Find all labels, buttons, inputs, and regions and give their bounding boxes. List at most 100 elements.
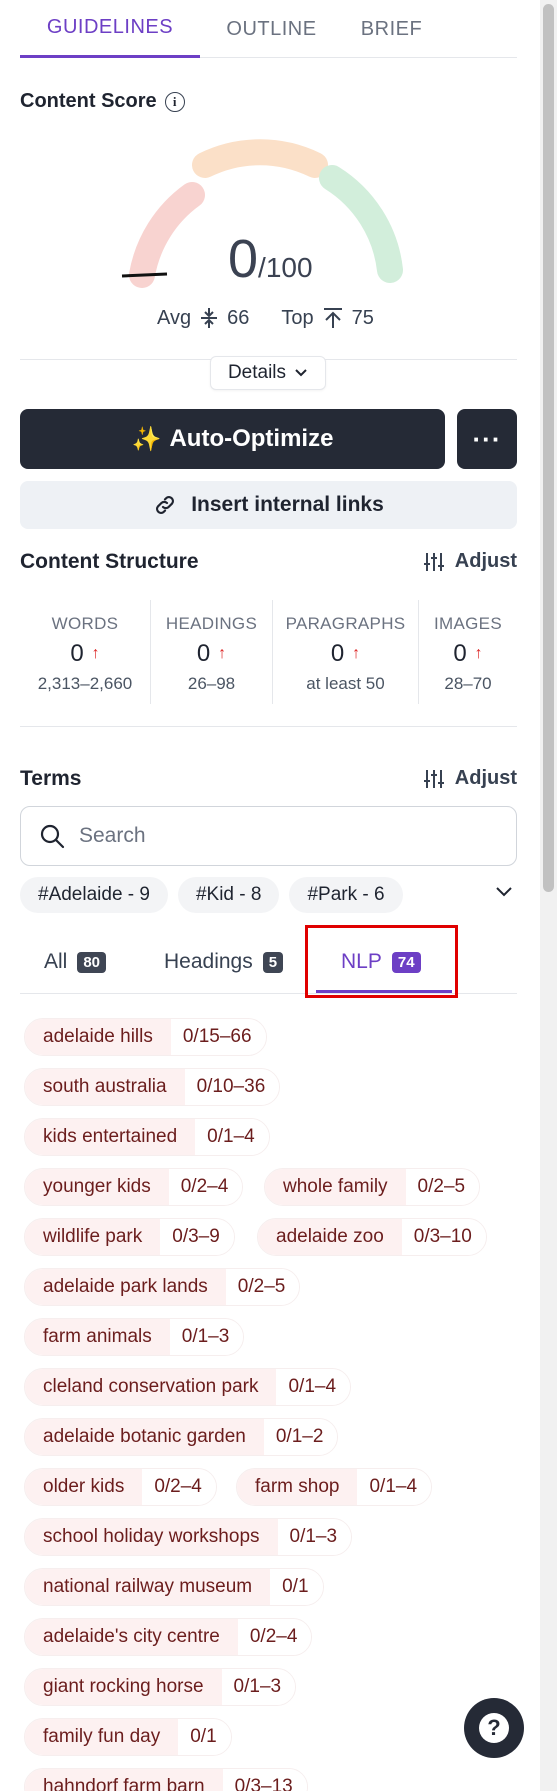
term-name: adelaide's city centre	[25, 1619, 238, 1655]
term-name: older kids	[25, 1469, 143, 1505]
term-count: 0/2–4	[237, 1619, 312, 1655]
gauge-needle	[121, 272, 168, 278]
stat-paragraphs: PARAGRAPHS 0 ↑ at least 50	[272, 600, 418, 704]
content-score-heading: Content Score i	[20, 90, 185, 113]
chevron-down-icon[interactable]	[492, 880, 516, 904]
term-chip[interactable]: adelaide botanic garden 0/1–2	[24, 1418, 339, 1456]
term-chip[interactable]: farm shop 0/1–4	[236, 1468, 433, 1506]
stat-value: 0	[330, 640, 345, 667]
tab-guidelines[interactable]: GUIDELINES	[20, 0, 200, 58]
stat-label: HEADINGS	[165, 614, 258, 633]
stat-label: WORDS	[51, 614, 119, 633]
filter-tab-all[interactable]: All 80	[44, 930, 107, 994]
term-count: 0/1–3	[169, 1319, 244, 1355]
term-name: hahndorf farm barn	[25, 1769, 223, 1791]
term-count: 0/2–4	[168, 1169, 243, 1205]
sliders-icon	[423, 769, 444, 788]
term-chip[interactable]: younger kids 0/2–4	[24, 1168, 244, 1206]
help-button[interactable]: ?	[464, 1698, 524, 1758]
score-max: /100	[258, 252, 313, 283]
more-options-button[interactable]: ···	[457, 409, 517, 469]
content-score-title: Content Score	[20, 90, 157, 112]
stat-label: PARAGRAPHS	[285, 614, 406, 633]
term-chip[interactable]: school holiday workshops 0/1–3	[24, 1518, 353, 1556]
search-icon	[40, 824, 65, 849]
term-chip[interactable]: family fun day 0/1	[24, 1718, 232, 1756]
scrollbar-thumb[interactable]	[543, 4, 554, 892]
gauge-segment-low	[129, 182, 205, 288]
auto-optimize-button[interactable]: ✨ Auto-Optimize	[20, 409, 445, 469]
info-icon[interactable]: i	[164, 91, 185, 112]
term-count: 0/2–5	[225, 1269, 300, 1305]
avg-icon	[201, 308, 218, 328]
term-name: school holiday workshops	[25, 1519, 278, 1555]
term-name: national railway museum	[25, 1569, 271, 1605]
gauge-segment-mid	[192, 139, 328, 178]
hashtag-chip[interactable]: #Kid - 8	[177, 877, 280, 913]
term-chip[interactable]: adelaide park lands 0/2–5	[24, 1268, 301, 1306]
terms-title: Terms	[20, 767, 82, 790]
arrow-up-icon: ↑	[91, 645, 100, 662]
term-chip[interactable]: adelaide's city centre 0/2–4	[24, 1618, 313, 1656]
details-button[interactable]: Details	[210, 356, 326, 390]
content-structure-title: Content Structure	[20, 550, 199, 573]
stat-value: 0	[70, 640, 84, 667]
count-badge: 5	[262, 951, 284, 973]
stat-label: IMAGES	[434, 614, 502, 633]
term-chip[interactable]: cleland conservation park 0/1–4	[24, 1368, 352, 1406]
term-name: adelaide zoo	[258, 1219, 402, 1255]
hashtag-chip[interactable]: #Adelaide - 9	[20, 877, 168, 913]
term-chip[interactable]: national railway museum 0/1	[24, 1568, 324, 1606]
term-name: farm shop	[237, 1469, 358, 1505]
term-chip[interactable]: adelaide hills 0/15–66	[24, 1018, 267, 1056]
count-badge: 80	[77, 951, 107, 973]
term-count: 0/1–4	[276, 1369, 351, 1405]
term-name: adelaide park lands	[25, 1269, 226, 1305]
insert-internal-links-button[interactable]: Insert internal links	[20, 481, 517, 529]
term-chip[interactable]: giant rocking horse 0/1–3	[24, 1668, 297, 1706]
arrow-up-icon: ↑	[352, 645, 361, 662]
tab-brief[interactable]: BRIEF	[343, 0, 440, 58]
top-icon	[323, 308, 342, 328]
hashtag-filters: #Adelaide - 9 #Kid - 8 #Park - 6	[20, 877, 403, 913]
term-name: wildlife park	[25, 1219, 161, 1255]
term-chip[interactable]: adelaide zoo 0/3–10	[257, 1218, 487, 1256]
term-chip[interactable]: hahndorf farm barn 0/3–13	[24, 1768, 308, 1791]
term-count: 0/1	[178, 1719, 231, 1755]
term-chip[interactable]: wildlife park 0/3–9	[24, 1218, 235, 1256]
top-tabs: GUIDELINES OUTLINE BRIEF	[20, 0, 517, 58]
term-count: 0/2–4	[142, 1469, 216, 1505]
term-name: farm animals	[25, 1319, 170, 1355]
term-count: 0/1–3	[221, 1669, 296, 1705]
term-chip[interactable]: kids entertained 0/1–4	[24, 1118, 270, 1156]
section-divider	[20, 726, 517, 727]
term-chip[interactable]: south australia 0/10–36	[24, 1068, 281, 1106]
top-value: 75	[351, 306, 374, 329]
tab-outline[interactable]: OUTLINE	[200, 0, 343, 58]
gauge-segment-high	[319, 165, 403, 283]
term-count: 0/15–66	[170, 1019, 266, 1055]
auto-optimize-label: Auto-Optimize	[169, 425, 334, 452]
term-chip[interactable]: farm animals 0/1–3	[24, 1318, 245, 1356]
arrow-up-icon: ↑	[218, 645, 227, 662]
chevron-down-icon	[295, 369, 307, 377]
stat-value: 0	[196, 640, 211, 667]
term-chip[interactable]: whole family 0/2–5	[264, 1168, 481, 1206]
hashtag-chip[interactable]: #Park - 6	[289, 877, 403, 913]
term-chip[interactable]: older kids 0/2–4	[24, 1468, 217, 1506]
search-input[interactable]	[79, 824, 479, 848]
stat-words: WORDS 0 ↑ 2,313–2,660	[20, 600, 150, 704]
terms-search[interactable]	[20, 806, 517, 866]
term-name: south australia	[25, 1069, 185, 1105]
top-label: Top	[281, 306, 314, 329]
terms-adjust-button[interactable]: Adjust	[423, 767, 517, 790]
structure-adjust-button[interactable]: Adjust	[423, 550, 517, 573]
term-count: 0/10–36	[184, 1069, 280, 1105]
filter-tab-label: All	[44, 950, 68, 973]
score-value: 0	[228, 229, 259, 289]
term-count: 0/1	[270, 1569, 323, 1605]
details-label: Details	[227, 362, 287, 383]
avg-value: 66	[227, 306, 250, 329]
structure-adjust-label: Adjust	[454, 550, 517, 572]
filter-tab-headings[interactable]: Headings 5	[164, 930, 284, 994]
